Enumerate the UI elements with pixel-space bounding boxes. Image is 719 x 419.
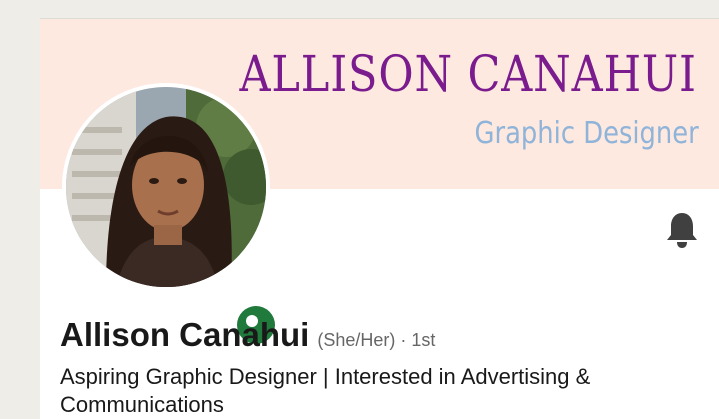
bell-icon-shape [667, 213, 697, 248]
profile-headline: Aspiring Graphic Designer | Interested i… [60, 364, 591, 417]
profile-photo-image [66, 87, 266, 287]
profile-name: Allison Canahui [60, 316, 310, 353]
banner-subtitle: Graphic Designer [474, 116, 699, 151]
profile-card: ALLISON CANAHUI Graphic Designer Allison… [40, 18, 719, 419]
degree-separator: · [395, 330, 412, 350]
profile-name-row: Allison Canahui (She/Her) · 1st [60, 316, 435, 354]
connection-degree: 1st [411, 330, 436, 350]
avatar[interactable] [62, 83, 279, 348]
profile-photo [66, 87, 266, 287]
bell-icon[interactable] [665, 211, 699, 249]
banner-title: ALLISON CANAHUI [239, 45, 697, 103]
pronouns: (She/Her) [317, 330, 396, 350]
